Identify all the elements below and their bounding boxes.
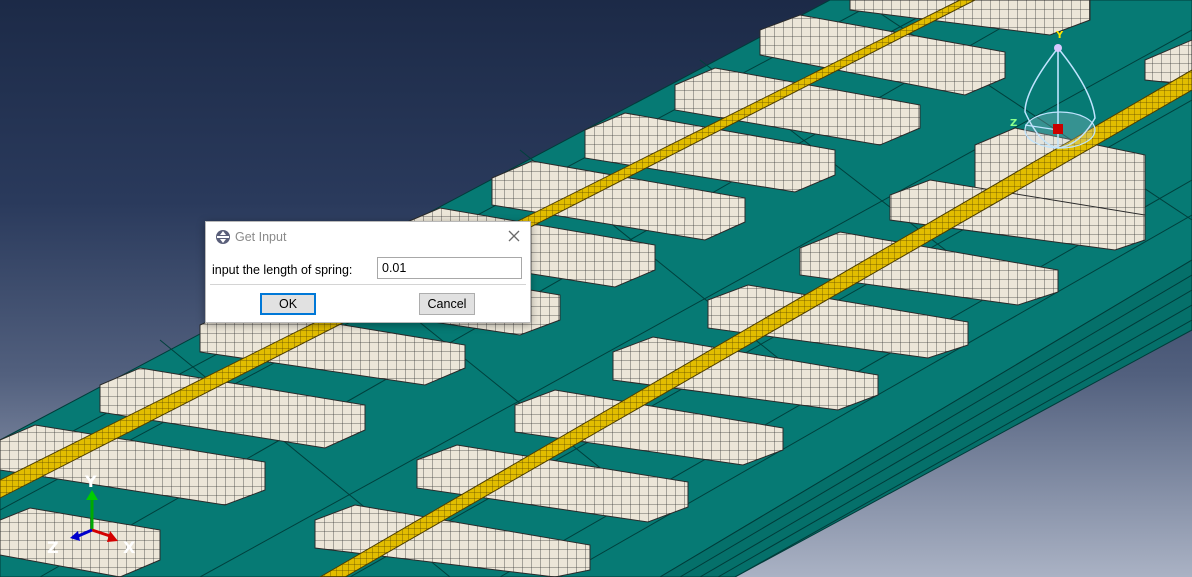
get-input-dialog: Get Input input the length of spring: OK…: [205, 221, 531, 323]
triad-y-label: Y: [84, 472, 97, 491]
model-viewport[interactable]: Y Z Y X Z: [0, 0, 1192, 577]
triad-z-label: Z: [47, 538, 59, 557]
cancel-button[interactable]: Cancel: [419, 293, 475, 315]
ok-button[interactable]: OK: [260, 293, 316, 315]
dialog-title: Get Input: [235, 230, 287, 244]
divider: [210, 284, 526, 285]
abaqus-logo-icon: [216, 230, 230, 244]
dialog-titlebar[interactable]: Get Input: [206, 222, 530, 252]
spring-length-input[interactable]: [377, 257, 522, 279]
close-icon[interactable]: [506, 228, 522, 244]
prompt-label: input the length of spring:: [212, 263, 353, 277]
view-cube-top-handle: [1054, 44, 1062, 52]
view-cube-y-label: Y: [1055, 30, 1064, 41]
triad-x-label: X: [123, 538, 136, 557]
view-cube-z-label: Z: [1010, 118, 1017, 129]
view-cube-origin: [1053, 124, 1063, 134]
